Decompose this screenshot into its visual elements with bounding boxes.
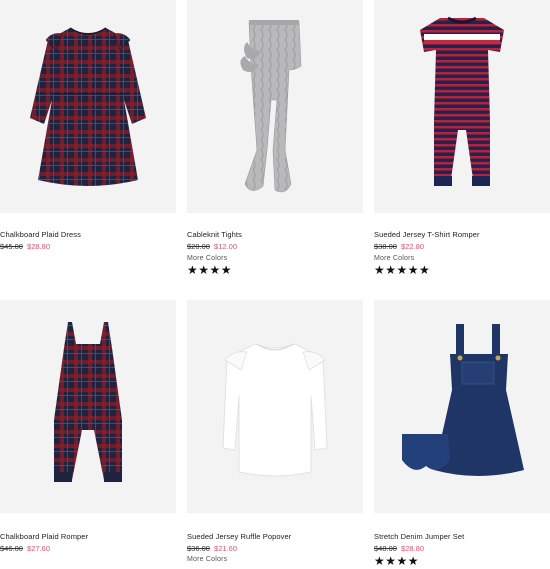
original-price: $38.00 [374,242,397,251]
more-colors-link[interactable]: More Colors [187,255,227,262]
striped-romper-illustration [420,16,504,186]
more-colors-link[interactable]: More Colors [187,556,227,563]
star-rating: ★★★★ [374,554,420,568]
product-name[interactable]: Sueded Jersey Ruffle Popover [187,532,291,541]
star-rating: ★★★★ [187,263,233,277]
sale-price: $28.80 [27,242,50,251]
denim-jumper-illustration [402,324,524,476]
plaid-romper-illustration [54,322,122,482]
product-name[interactable]: Chalkboard Plaid Romper [0,532,88,541]
original-price: $46.00 [0,544,23,553]
original-price: $20.00 [187,242,210,251]
star-rating: ★★★★★ [374,263,431,277]
price-group: $36.00 $21.60 [187,544,237,553]
sale-price: $21.60 [214,544,237,553]
sale-price: $28.80 [401,544,424,553]
original-price: $36.00 [187,544,210,553]
product-image-plaid-dress[interactable] [0,0,176,213]
product-name[interactable]: Sueded Jersey T-Shirt Romper [374,230,480,239]
white-shirt-illustration [222,343,328,477]
sale-price: $22.80 [401,242,424,251]
product-image-ruffle-popover[interactable] [187,300,363,513]
product-image-tshirt-romper[interactable] [374,0,550,213]
tights-illustration [240,20,302,193]
more-colors-link[interactable]: More Colors [374,255,414,262]
price-group: $46.00 $27.60 [0,544,50,553]
product-image-denim-jumper[interactable] [374,300,550,513]
price-group: $38.00 $22.80 [374,242,424,251]
price-group: $20.00 $12.00 [187,242,237,251]
sale-price: $12.00 [214,242,237,251]
product-grid: Chalkboard Plaid Dress $45.00 $28.80 Cab… [0,0,550,569]
price-group: $45.00 $28.80 [0,242,50,251]
product-image-cableknit-tights[interactable] [187,0,363,213]
product-image-plaid-romper[interactable] [0,300,176,513]
original-price: $45.00 [0,242,23,251]
plaid-dress-illustration [30,27,146,186]
sale-price: $27.60 [27,544,50,553]
original-price: $48.00 [374,544,397,553]
product-name[interactable]: Chalkboard Plaid Dress [0,230,81,239]
product-name[interactable]: Cableknit Tights [187,230,242,239]
price-group: $48.00 $28.80 [374,544,424,553]
product-name[interactable]: Stretch Denim Jumper Set [374,532,464,541]
